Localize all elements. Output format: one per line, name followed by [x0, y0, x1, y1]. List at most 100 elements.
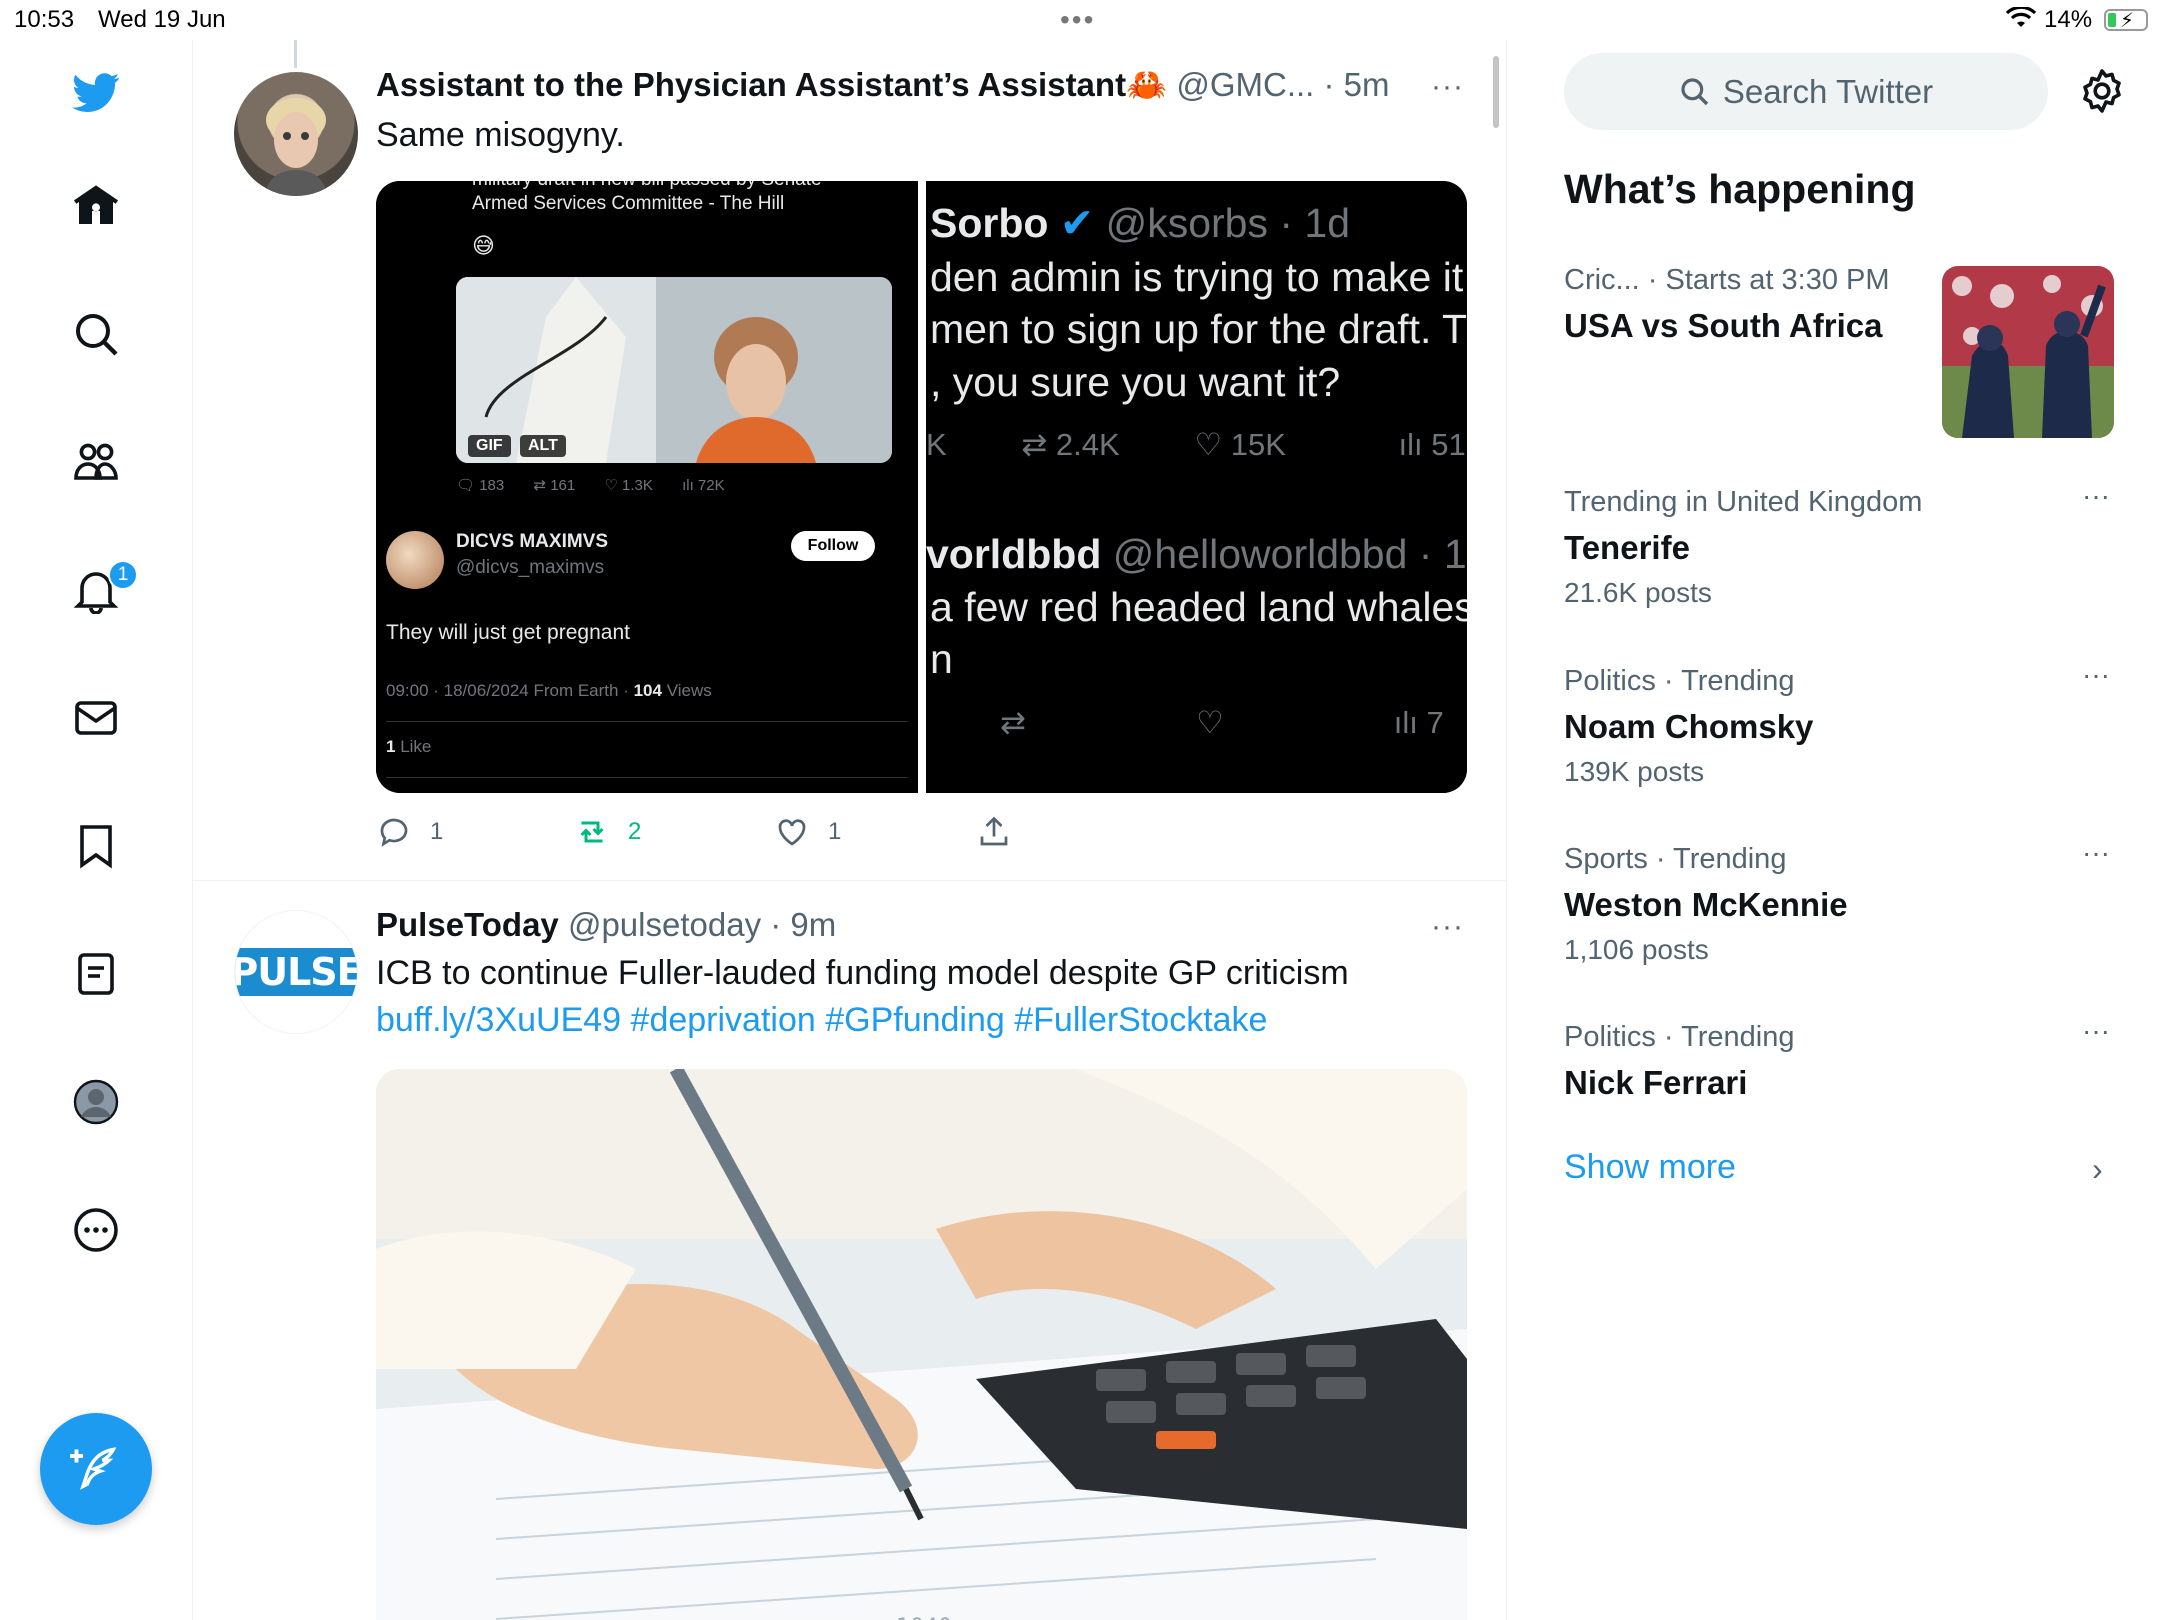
media-screenshot-right[interactable]: Sorbo ✔ @ksorbs · 1d den admin is trying… — [926, 181, 1467, 793]
trend-item[interactable]: Sports · Trending Weston McKennie 1,106 … — [1564, 837, 2124, 966]
tweet-links[interactable]: buff.ly/3XuUE49 #deprivation #GPfunding … — [376, 1001, 1267, 1040]
search-icon[interactable] — [70, 308, 122, 360]
embedded-retweet-icon: ⇄ — [533, 477, 551, 494]
multitask-dots-icon[interactable]: ••• — [1060, 4, 1095, 36]
status-time: 10:53 — [14, 6, 75, 33]
lists-icon[interactable] — [70, 948, 122, 1000]
home-icon[interactable] — [70, 180, 122, 232]
author-handle[interactable]: @GMC... — [1176, 66, 1314, 103]
trend-item[interactable]: Politics · Trending Nick Ferrari ··· — [1564, 1015, 2124, 1102]
gear-icon[interactable] — [2078, 67, 2126, 115]
trend-title: Tenerife — [1564, 529, 1690, 566]
hello-header: vorldbbd @helloworldbbd · 1d — [926, 531, 1467, 577]
heart-icon — [778, 819, 806, 846]
tweet-more-button[interactable]: ··· — [1431, 70, 1464, 104]
trend-image[interactable] — [1942, 266, 2114, 438]
gif-badge: GIF — [468, 435, 511, 457]
embedded-timestamp: 09:00 · 18/06/2024 From Earth · 104 View… — [386, 681, 712, 700]
embedded-like-icon: ♡ — [604, 477, 623, 494]
trend-title: Noam Chomsky — [1564, 708, 1814, 745]
search-placeholder: Search Twitter — [1722, 72, 1934, 110]
bell-icon[interactable]: 1 — [70, 560, 138, 616]
search-input[interactable]: Search Twitter — [1564, 53, 2048, 130]
share-button[interactable] — [976, 814, 1012, 850]
right-sidebar: Search Twitter What’s happening Cric... … — [1508, 40, 2160, 1620]
reply-icon — [380, 818, 408, 847]
reply-button[interactable]: 1 — [376, 814, 443, 850]
compose-button[interactable] — [40, 1413, 152, 1525]
battery-percent: 14% — [2044, 6, 2093, 33]
tweet-media-grid[interactable]: military draft in new bill passed by Sen… — [376, 181, 1467, 793]
more-circle-icon[interactable] — [70, 1204, 122, 1256]
wifi-icon — [2006, 7, 2036, 27]
trend-meta: Sports · Trending — [1564, 843, 1787, 875]
tweet-photo[interactable]: 1040 — [376, 1069, 1467, 1620]
bookmark-icon[interactable] — [70, 820, 122, 872]
author-name[interactable]: PulseToday — [376, 906, 559, 943]
profile-icon[interactable] — [70, 1076, 122, 1128]
trend-meta: Politics · Trending — [1564, 1021, 1795, 1053]
trend-more-button[interactable]: ··· — [2082, 837, 2110, 869]
show-more-link[interactable]: Show more — [1564, 1148, 1736, 1187]
tweet-more-button[interactable]: ··· — [1431, 910, 1464, 944]
embedded-user-handle: @dicvs_maximvs — [456, 557, 605, 578]
pulse-logo: PULSE — [235, 948, 357, 996]
form-number: 1040 — [896, 1615, 952, 1620]
notification-badge: 1 — [108, 560, 138, 590]
screenshot-headline: Armed Services Committee - The Hill — [472, 193, 785, 214]
sorbo-like-icon: ♡ — [1194, 427, 1231, 462]
trend-item[interactable]: Politics · Trending Noam Chomsky 139K po… — [1564, 659, 2124, 788]
embedded-reply-icon: 🗨 — [456, 477, 480, 494]
sorbo-line-1: den admin is trying to make it — [930, 254, 1464, 300]
embedded-reply-text: They will just get pregnant — [386, 621, 630, 644]
trend-more-button[interactable]: ··· — [2082, 1015, 2110, 1047]
compose-icon — [70, 1447, 117, 1490]
chevron-right-icon: › — [2092, 1151, 2103, 1187]
left-navigation: 1 — [0, 40, 193, 1620]
tweet-text: ICB to continue Fuller-lauded funding mo… — [376, 954, 1349, 992]
tweet-text: Same misogyny. — [376, 116, 625, 154]
hello-line-2: n — [930, 636, 953, 682]
communities-icon[interactable] — [70, 436, 122, 488]
sorbo-retweet-icon: ⇄ — [1021, 427, 1056, 462]
like-button[interactable]: 1 — [774, 814, 841, 850]
trend-count: 139K posts — [1564, 756, 1705, 787]
scrollbar[interactable] — [1493, 56, 1499, 128]
twitter-bird-icon[interactable] — [70, 66, 122, 118]
retweet-icon — [580, 821, 604, 843]
screenshot-topline: military draft in new bill passed by Sen… — [472, 181, 822, 191]
timeline[interactable]: Assistant to the Physician Assistant’s A… — [193, 40, 1507, 1620]
trend-item[interactable]: Trending in United Kingdom Tenerife 21.6… — [1564, 480, 2124, 609]
sorbo-views-icon: ılı — [1398, 427, 1432, 462]
author-handle[interactable]: @pulsetoday — [568, 906, 761, 943]
sorbo-stats: K ⇄ 2.4K ♡ 15K ılı 51 — [926, 427, 1466, 462]
avatar[interactable]: PULSE — [234, 910, 358, 1034]
trend-title: Weston McKennie — [1564, 886, 1848, 923]
tweet-separator — [193, 880, 1506, 881]
mail-icon[interactable] — [70, 692, 122, 744]
trend-more-button[interactable]: ··· — [2082, 480, 2110, 512]
trend-meta: Politics · Trending — [1564, 665, 1795, 697]
retweet-button[interactable]: 2 — [574, 814, 641, 850]
whats-happening-title: What’s happening — [1564, 166, 1916, 212]
embedded-user-name: DICVS MAXIMVS — [456, 531, 609, 552]
hello-line-1: a few red headed land whales — [930, 584, 1467, 630]
alt-badge[interactable]: ALT — [520, 435, 566, 457]
sorbo-line-3: , you sure you want it? — [930, 359, 1341, 405]
avatar[interactable] — [234, 72, 358, 196]
tweet-time[interactable]: · 5m — [1324, 66, 1390, 103]
trend-meta: Trending in United Kingdom — [1564, 486, 1923, 518]
media-screenshot-left[interactable]: military draft in new bill passed by Sen… — [376, 181, 918, 793]
author-name[interactable]: Assistant to the Physician Assistant’s A… — [376, 66, 1126, 103]
crab-emoji: 🦀 — [1126, 66, 1168, 103]
battery-icon: ⚡ — [2104, 9, 2148, 32]
embedded-like-count: 1 Like — [386, 737, 432, 756]
embedded-follow-button: Follow — [791, 531, 875, 561]
trend-more-button[interactable]: ··· — [2082, 659, 2110, 691]
sweat-emoji: 😅 — [472, 233, 495, 258]
embedded-user-avatar — [386, 531, 444, 589]
trend-count: 1,106 posts — [1564, 934, 1709, 965]
status-bar: 10:53 Wed 19 Jun ••• 14% ⚡ — [0, 0, 2160, 40]
verified-icon: ✔ — [1059, 200, 1095, 246]
tweet-time[interactable]: · 9m — [770, 906, 836, 943]
